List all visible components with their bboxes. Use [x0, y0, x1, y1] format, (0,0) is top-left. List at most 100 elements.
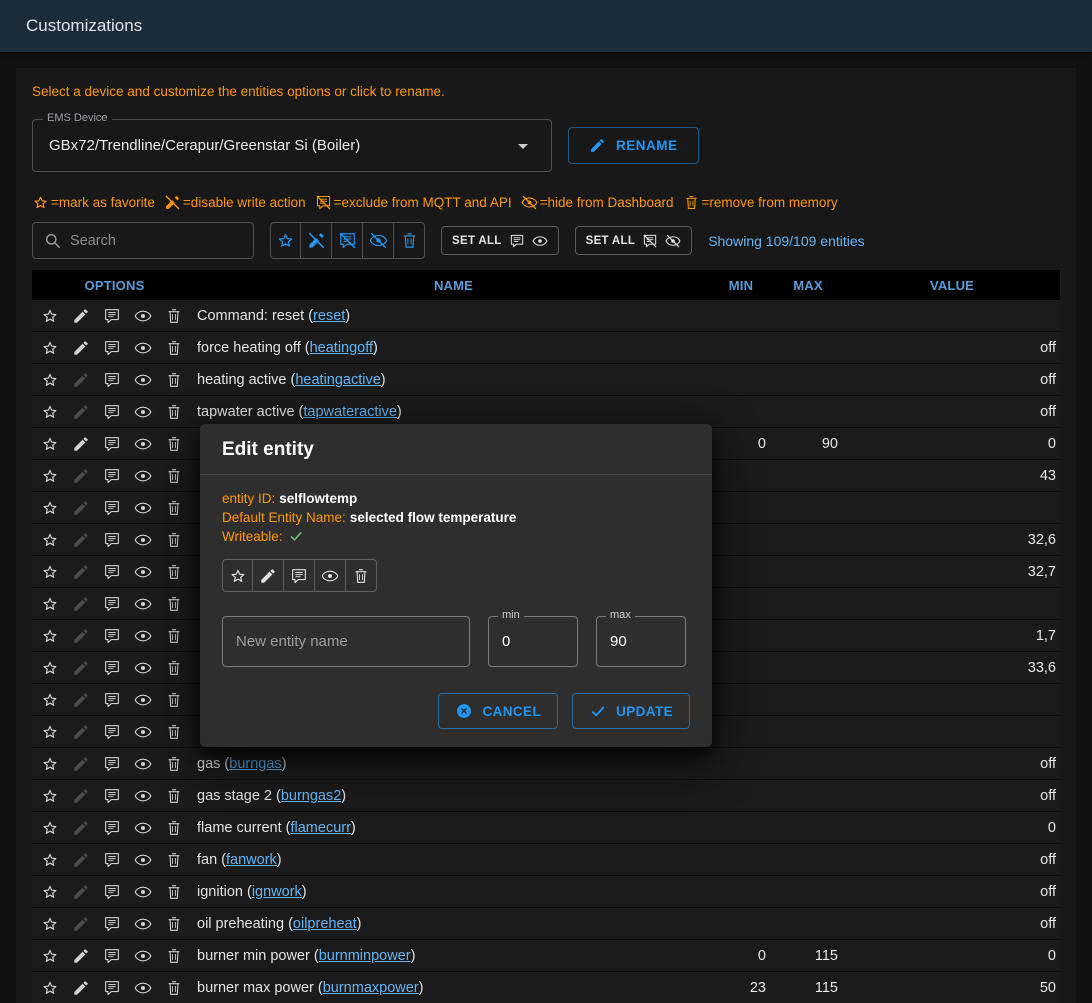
- hide-dashboard-filter-button[interactable]: [363, 222, 394, 259]
- favorite-icon[interactable]: [41, 627, 59, 645]
- edit-icon[interactable]: [72, 723, 90, 741]
- min-input[interactable]: [502, 633, 564, 650]
- entity-link[interactable]: burngas: [229, 756, 281, 772]
- favorite-icon[interactable]: [41, 691, 59, 709]
- mqtt-icon[interactable]: [103, 371, 121, 389]
- disable-write-filter-button[interactable]: [301, 222, 332, 259]
- visibility-icon[interactable]: [134, 947, 152, 965]
- favorite-icon[interactable]: [41, 787, 59, 805]
- delete-icon[interactable]: [165, 979, 183, 997]
- set-all-hidden-button[interactable]: SET ALL: [575, 226, 693, 255]
- mqtt-icon[interactable]: [103, 659, 121, 677]
- hide-dashboard-toggle-button[interactable]: [315, 559, 346, 592]
- update-button[interactable]: UPDATE: [572, 693, 690, 729]
- mqtt-icon[interactable]: [103, 819, 121, 837]
- visibility-icon[interactable]: [134, 627, 152, 645]
- delete-icon[interactable]: [165, 467, 183, 485]
- delete-icon[interactable]: [165, 339, 183, 357]
- entity-link[interactable]: tapwateractive: [303, 404, 397, 420]
- visibility-icon[interactable]: [134, 851, 152, 869]
- remove-memory-filter-button[interactable]: [394, 222, 425, 259]
- favorite-icon[interactable]: [41, 755, 59, 773]
- edit-icon[interactable]: [72, 915, 90, 933]
- visibility-icon[interactable]: [134, 819, 152, 837]
- entity-link[interactable]: burnmaxpower: [323, 980, 419, 996]
- rename-button[interactable]: RENAME: [568, 127, 699, 164]
- delete-icon[interactable]: [165, 627, 183, 645]
- favorite-toggle-button[interactable]: [222, 559, 253, 592]
- entity-link[interactable]: oilpreheat: [293, 916, 357, 932]
- favorite-icon[interactable]: [41, 499, 59, 517]
- mqtt-icon[interactable]: [103, 851, 121, 869]
- visibility-icon[interactable]: [134, 755, 152, 773]
- disable-write-toggle-button[interactable]: [253, 559, 284, 592]
- edit-icon[interactable]: [72, 819, 90, 837]
- favorite-icon[interactable]: [41, 915, 59, 933]
- visibility-icon[interactable]: [134, 595, 152, 613]
- entity-link[interactable]: burnminpower: [319, 948, 411, 964]
- favorite-icon[interactable]: [41, 947, 59, 965]
- edit-icon[interactable]: [72, 883, 90, 901]
- mqtt-icon[interactable]: [103, 787, 121, 805]
- entity-link[interactable]: burngas2: [281, 788, 341, 804]
- mqtt-icon[interactable]: [103, 723, 121, 741]
- edit-icon[interactable]: [72, 979, 90, 997]
- entity-link[interactable]: heatingoff: [310, 340, 373, 356]
- delete-icon[interactable]: [165, 595, 183, 613]
- edit-icon[interactable]: [72, 403, 90, 421]
- visibility-icon[interactable]: [134, 915, 152, 933]
- edit-icon[interactable]: [72, 627, 90, 645]
- delete-icon[interactable]: [165, 787, 183, 805]
- mqtt-icon[interactable]: [103, 467, 121, 485]
- cancel-button[interactable]: CANCEL: [438, 693, 558, 729]
- edit-icon[interactable]: [72, 563, 90, 581]
- delete-icon[interactable]: [165, 371, 183, 389]
- mqtt-icon[interactable]: [103, 979, 121, 997]
- edit-icon[interactable]: [72, 755, 90, 773]
- favorite-icon[interactable]: [41, 723, 59, 741]
- edit-icon[interactable]: [72, 947, 90, 965]
- visibility-icon[interactable]: [134, 691, 152, 709]
- edit-icon[interactable]: [72, 499, 90, 517]
- visibility-icon[interactable]: [134, 499, 152, 517]
- edit-icon[interactable]: [72, 531, 90, 549]
- visibility-icon[interactable]: [134, 563, 152, 581]
- edit-icon[interactable]: [72, 787, 90, 805]
- edit-icon[interactable]: [72, 435, 90, 453]
- search-field[interactable]: [32, 222, 254, 259]
- entity-link[interactable]: heatingactive: [295, 372, 380, 388]
- favorite-icon[interactable]: [41, 979, 59, 997]
- visibility-icon[interactable]: [134, 883, 152, 901]
- delete-icon[interactable]: [165, 307, 183, 325]
- favorite-icon[interactable]: [41, 659, 59, 677]
- delete-icon[interactable]: [165, 851, 183, 869]
- delete-icon[interactable]: [165, 403, 183, 421]
- new-entity-name-input[interactable]: [236, 633, 456, 650]
- favorite-icon[interactable]: [41, 819, 59, 837]
- favorite-icon[interactable]: [41, 371, 59, 389]
- favorite-icon[interactable]: [41, 467, 59, 485]
- exclude-mqtt-toggle-button[interactable]: [284, 559, 315, 592]
- mqtt-icon[interactable]: [103, 627, 121, 645]
- delete-icon[interactable]: [165, 723, 183, 741]
- favorite-icon[interactable]: [41, 339, 59, 357]
- visibility-icon[interactable]: [134, 371, 152, 389]
- entity-link[interactable]: fanwork: [226, 852, 277, 868]
- mqtt-icon[interactable]: [103, 563, 121, 581]
- visibility-icon[interactable]: [134, 403, 152, 421]
- favorite-icon[interactable]: [41, 595, 59, 613]
- visibility-icon[interactable]: [134, 307, 152, 325]
- visibility-icon[interactable]: [134, 659, 152, 677]
- visibility-icon[interactable]: [134, 531, 152, 549]
- delete-icon[interactable]: [165, 883, 183, 901]
- edit-icon[interactable]: [72, 307, 90, 325]
- favorite-filter-button[interactable]: [270, 222, 301, 259]
- favorite-icon[interactable]: [41, 307, 59, 325]
- visibility-icon[interactable]: [134, 467, 152, 485]
- mqtt-icon[interactable]: [103, 499, 121, 517]
- visibility-icon[interactable]: [134, 787, 152, 805]
- delete-icon[interactable]: [165, 915, 183, 933]
- delete-icon[interactable]: [165, 755, 183, 773]
- edit-icon[interactable]: [72, 595, 90, 613]
- ems-device-select[interactable]: EMS Device GBx72/Trendline/Cerapur/Green…: [32, 119, 552, 172]
